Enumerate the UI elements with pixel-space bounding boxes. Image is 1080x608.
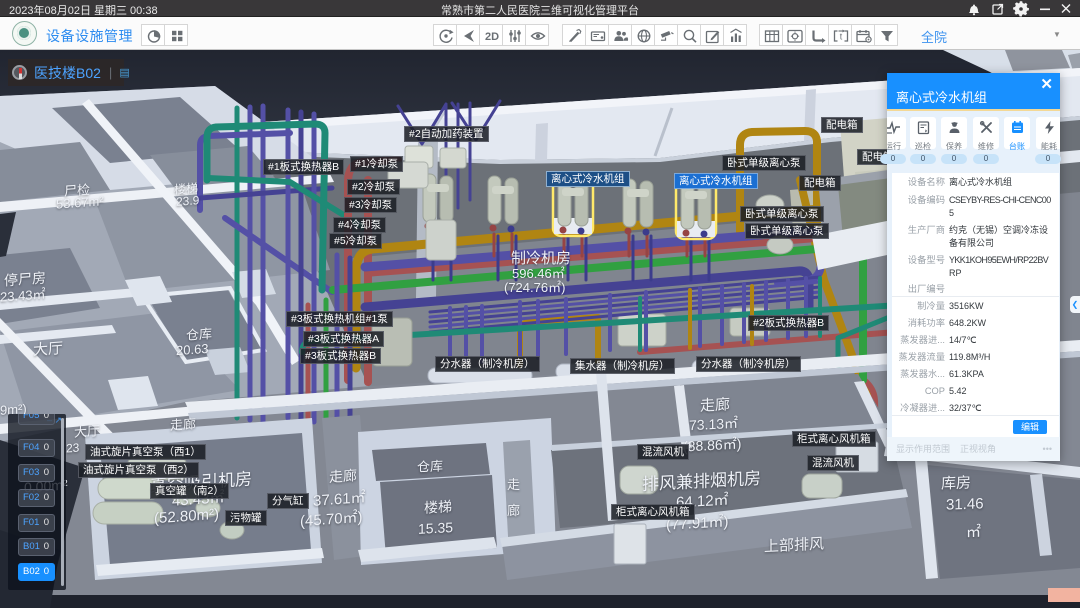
- svg-text:2D: 2D: [485, 31, 499, 43]
- svg-text:t: t: [840, 32, 843, 42]
